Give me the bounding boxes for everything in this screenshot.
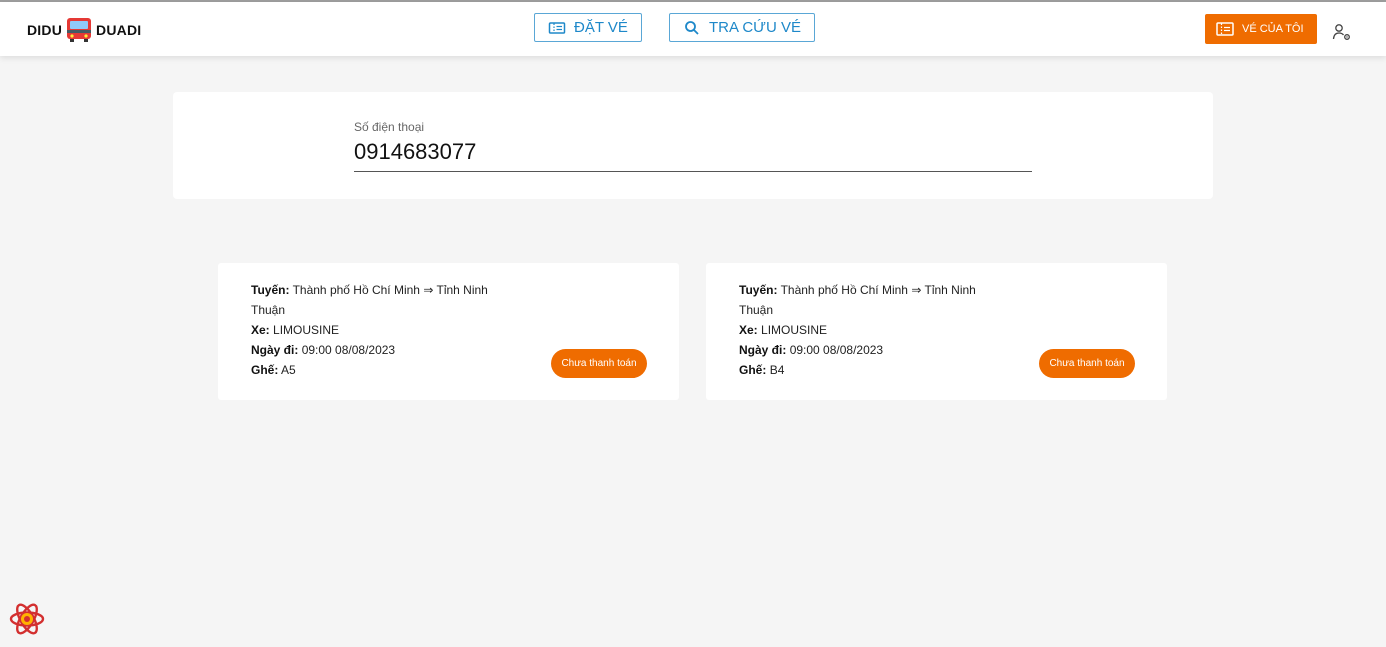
my-tickets-label: VÉ CỦA TÔI [1242,23,1304,35]
book-ticket-button[interactable]: ĐẶT VÉ [534,13,642,42]
phone-search-card: Số điện thoại 0914683077 [173,92,1213,199]
ticket-icon [1216,22,1234,36]
lookup-ticket-button[interactable]: TRA CỨU VÉ [669,13,815,42]
search-icon [685,20,699,35]
phone-input[interactable]: 0914683077 [354,139,476,165]
react-logo-icon[interactable] [8,600,46,638]
logo-text-right: DUADI [96,22,142,38]
seat-label: Ghế: [739,363,767,377]
my-tickets-button[interactable]: VÉ CỦA TÔI [1205,14,1317,44]
logo[interactable]: DIDU DUADI [27,16,141,44]
ticket-card: Tuyến: Thành phố Hồ Chí Minh ⇒ Tỉnh Ninh… [218,263,679,400]
date-row: Ngày đi: 09:00 08/08/2023 [739,340,1004,360]
vehicle-label: Xe: [251,323,270,337]
vehicle-value: LIMOUSINE [273,323,340,337]
phone-input-underline [354,171,1032,172]
seat-value: A5 [281,363,296,377]
route-row: Tuyến: Thành phố Hồ Chí Minh ⇒ Tỉnh Ninh… [251,280,516,320]
logo-text-left: DIDU [27,22,63,38]
ticket-icon [548,21,566,34]
vehicle-value: LIMOUSINE [761,323,828,337]
phone-field-label: Số điện thoại [354,120,425,134]
payment-status-button[interactable]: Chưa thanh toán [551,349,647,378]
seat-row: Ghế: A5 [251,360,516,380]
lookup-ticket-label: TRA CỨU VÉ [709,19,801,36]
seat-value: B4 [769,363,785,377]
route-label: Tuyến: [251,283,290,297]
vehicle-row: Xe: LIMOUSINE [251,320,516,340]
ticket-card: Tuyến: Thành phố Hồ Chí Minh ⇒ Tỉnh Ninh… [706,263,1167,400]
date-label: Ngày đi: [739,343,787,357]
seat-label: Ghế: [251,363,279,377]
header: DIDU DUADI ĐẶT VÉ TRA CỨU VÉ VÉ CỦA TÔI [0,2,1386,56]
date-value: 09:00 08/08/2023 [789,343,884,357]
date-value: 09:00 08/08/2023 [301,343,396,357]
payment-status-button[interactable]: Chưa thanh toán [1039,349,1135,378]
ticket-details: Tuyến: Thành phố Hồ Chí Minh ⇒ Tỉnh Ninh… [251,280,516,380]
book-ticket-label: ĐẶT VÉ [574,19,628,36]
user-settings-icon[interactable] [1332,22,1352,42]
vehicle-label: Xe: [739,323,758,337]
route-row: Tuyến: Thành phố Hồ Chí Minh ⇒ Tỉnh Ninh… [739,280,1004,320]
route-label: Tuyến: [739,283,778,297]
vehicle-row: Xe: LIMOUSINE [739,320,1004,340]
bus-icon [67,18,92,42]
seat-row: Ghế: B4 [739,360,1004,380]
ticket-details: Tuyến: Thành phố Hồ Chí Minh ⇒ Tỉnh Ninh… [739,280,1004,380]
date-label: Ngày đi: [251,343,299,357]
date-row: Ngày đi: 09:00 08/08/2023 [251,340,516,360]
